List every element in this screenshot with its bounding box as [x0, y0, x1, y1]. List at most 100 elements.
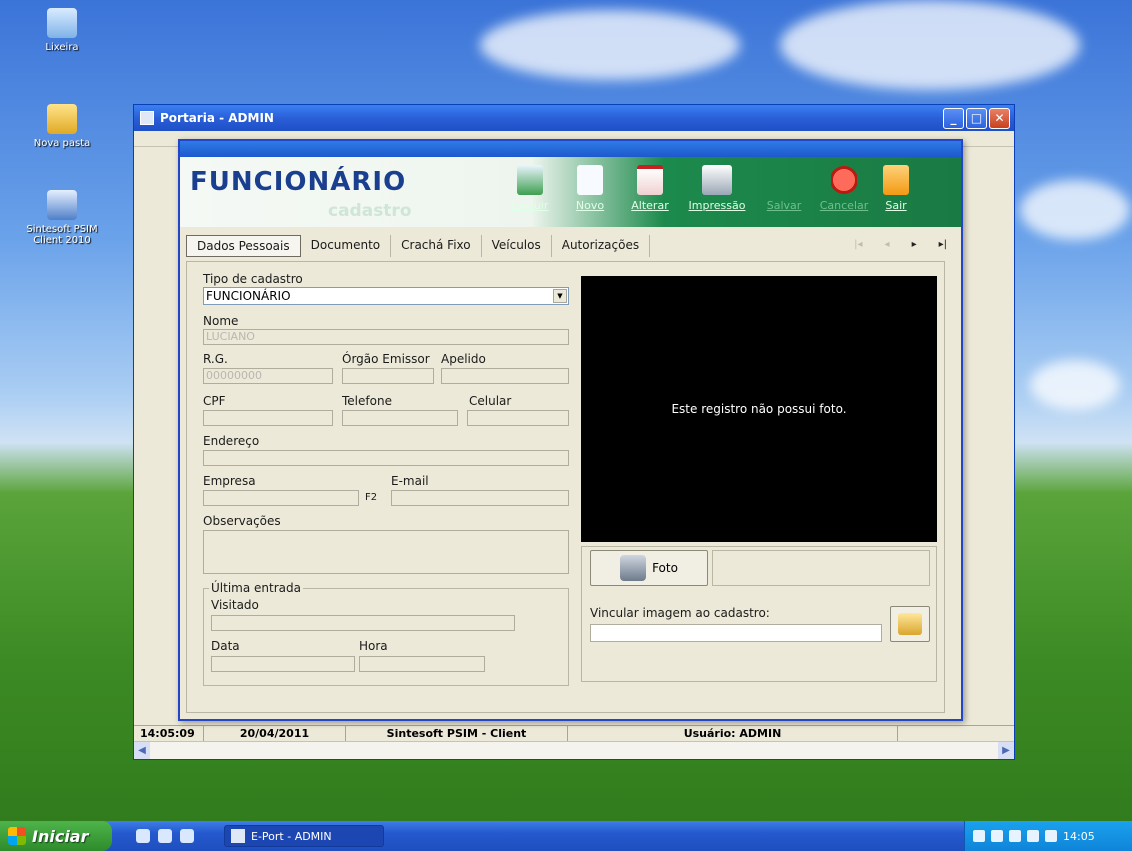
alterar-button[interactable]: Alterar	[622, 165, 678, 212]
empresa-label: Empresa	[203, 474, 256, 488]
edit-pdf-icon	[637, 165, 663, 195]
next-record-icon[interactable]: ▸	[912, 239, 917, 250]
dialog-titlebar[interactable]	[180, 141, 961, 157]
excluir-button[interactable]: Excluir	[502, 165, 558, 212]
visitado-field[interactable]	[211, 615, 515, 631]
tab-cracha-fixo[interactable]: Crachá Fixo	[391, 235, 482, 257]
observacoes-textarea[interactable]	[203, 530, 569, 574]
tray-icon[interactable]	[973, 830, 985, 842]
novo-button[interactable]: Novo	[562, 165, 618, 212]
impressao-button[interactable]: Impressão	[682, 165, 752, 212]
desktop-icon-label: Sintesoft PSIM Client 2010	[26, 224, 98, 246]
status-bar: 14:05:09 20/04/2011 Sintesoft PSIM - Cli…	[134, 725, 1014, 741]
status-time: 14:05:09	[134, 726, 204, 741]
ie-icon[interactable]	[136, 829, 150, 843]
scroll-left-icon[interactable]: ◀	[134, 742, 150, 759]
app-icon	[231, 829, 245, 843]
vincular-label: Vincular imagem ao cadastro:	[590, 606, 770, 620]
quick-launch	[136, 829, 194, 843]
network-icon[interactable]	[1045, 830, 1057, 842]
recycle-icon	[517, 165, 543, 195]
tray-icon[interactable]	[1027, 830, 1039, 842]
horizontal-scrollbar[interactable]: ◀ ▶	[134, 741, 1014, 759]
taskbar-item-eport[interactable]: E-Port - ADMIN	[224, 825, 384, 847]
tab-documento[interactable]: Documento	[301, 235, 392, 257]
hora-label: Hora	[359, 639, 388, 653]
system-tray: 14:05	[964, 821, 1132, 851]
ultima-entrada-label: Última entrada	[209, 581, 303, 595]
apelido-field[interactable]	[441, 368, 569, 384]
window-title: Portaria - ADMIN	[160, 111, 274, 125]
prev-record-icon[interactable]: ◂	[885, 239, 890, 250]
desktop-icon-new-folder[interactable]: Nova pasta	[17, 104, 107, 149]
desktop-icon[interactable]	[180, 829, 194, 843]
data-field[interactable]	[211, 656, 355, 672]
power-icon	[883, 165, 909, 195]
tab-autorizacoes[interactable]: Autorizações	[552, 235, 651, 257]
dialog-header: FUNCIONÁRIO cadastro Excluir Novo Altera…	[180, 157, 961, 227]
dialog-title: FUNCIONÁRIO	[190, 167, 407, 197]
foto-button[interactable]: Foto	[590, 550, 708, 586]
endereco-field[interactable]	[203, 450, 569, 466]
first-record-icon[interactable]: |◂	[854, 239, 862, 250]
visitado-label: Visitado	[211, 598, 259, 612]
status-user: Usuário: ADMIN	[568, 726, 898, 741]
endereco-label: Endereço	[203, 434, 260, 448]
desktop-icon-label: Nova pasta	[33, 138, 91, 149]
maximize-button[interactable]: □	[966, 107, 987, 129]
window-titlebar[interactable]: Portaria - ADMIN _ □ ✕	[134, 105, 1014, 131]
hora-field[interactable]	[359, 656, 485, 672]
dialog-subtitle: cadastro	[328, 201, 412, 221]
vincular-imagem-field[interactable]	[590, 624, 882, 642]
chevron-down-icon[interactable]: ▼	[553, 289, 567, 303]
magnifier-folder-icon	[898, 613, 922, 635]
salvar-button[interactable]: Salvar	[756, 165, 812, 212]
empresa-hotkey: F2	[365, 492, 378, 503]
orgao-emissor-field[interactable]	[342, 368, 434, 384]
cpf-field[interactable]	[203, 410, 333, 426]
celular-field[interactable]	[467, 410, 569, 426]
telefone-label: Telefone	[342, 394, 392, 408]
desktop-icon-recycle-bin[interactable]: Lixeira	[17, 8, 107, 53]
tray-icon[interactable]	[991, 830, 1003, 842]
scroll-right-icon[interactable]: ▶	[998, 742, 1014, 759]
dados-pessoais-panel: Tipo de cadastro FUNCIONÁRIO ▼ Nome LUCI…	[186, 261, 945, 713]
clock[interactable]: 14:05	[1063, 830, 1095, 843]
telefone-field[interactable]	[342, 410, 458, 426]
new-document-icon	[577, 165, 603, 195]
last-record-icon[interactable]: ▸|	[939, 239, 947, 250]
rg-field[interactable]: 00000000	[203, 368, 333, 384]
desktop-icon-sintesoft[interactable]: Sintesoft PSIM Client 2010	[17, 190, 107, 246]
close-button[interactable]: ✕	[989, 107, 1010, 129]
status-date: 20/04/2011	[204, 726, 346, 741]
app-icon	[140, 111, 154, 125]
nome-label: Nome	[203, 314, 239, 328]
save-icon	[771, 165, 797, 195]
printer-icon	[702, 165, 732, 195]
windows-logo-icon	[8, 827, 26, 845]
email-field[interactable]	[391, 490, 569, 506]
start-button[interactable]: Iniciar	[0, 821, 112, 851]
minimize-button[interactable]: _	[943, 107, 964, 129]
foto-info-box	[712, 550, 930, 586]
recycle-bin-icon	[47, 8, 77, 38]
tab-dados-pessoais[interactable]: Dados Pessoais	[186, 235, 301, 257]
record-navigation: |◂ ◂ ▸ ▸|	[854, 239, 947, 250]
tipo-cadastro-select[interactable]: FUNCIONÁRIO ▼	[203, 287, 569, 305]
cpf-label: CPF	[203, 394, 226, 408]
browse-image-button[interactable]	[890, 606, 930, 642]
cancelar-button[interactable]: Cancelar	[816, 165, 872, 212]
camera-icon	[620, 555, 647, 581]
empresa-field[interactable]	[203, 490, 359, 506]
observacoes-label: Observações	[203, 514, 281, 528]
celular-label: Celular	[469, 394, 512, 408]
nome-field[interactable]: LUCIANO	[203, 329, 569, 345]
folder-icon	[47, 104, 77, 134]
toolbar: Excluir Novo Alterar Impressão Salvar Ca…	[502, 165, 916, 212]
tab-veiculos[interactable]: Veículos	[482, 235, 552, 257]
tab-strip: Dados Pessoais Documento Crachá Fixo Veí…	[186, 235, 651, 257]
sair-button[interactable]: Sair	[876, 165, 916, 212]
shield-icon[interactable]	[1009, 830, 1021, 842]
media-icon[interactable]	[158, 829, 172, 843]
sintesoft-app-icon	[47, 190, 77, 220]
